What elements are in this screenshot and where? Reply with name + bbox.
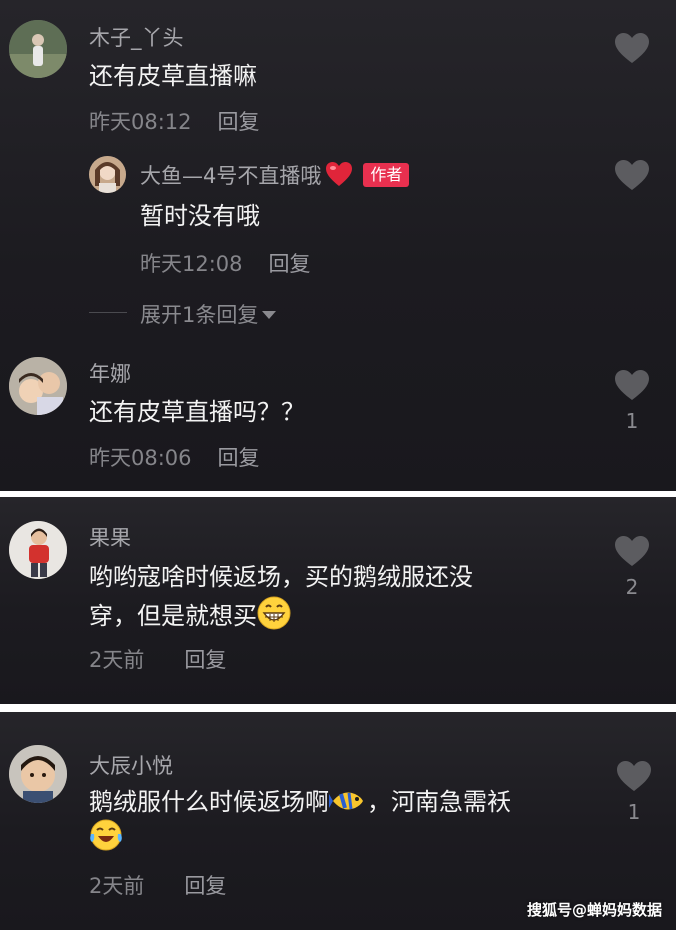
expand-replies-button[interactable]: 展开1条回复 xyxy=(140,299,277,329)
comment-meta: 2天前 回复 xyxy=(89,870,226,900)
comment-text-line-1: 鹅绒服什么时候返场啊 ，河南急需袄 xyxy=(89,781,511,829)
reply-text: 暂时没有哦 xyxy=(140,202,260,230)
comment-text: 还有皮草直播吗？？ xyxy=(89,398,305,426)
expand-replies-label[interactable]: 展开1条回复 xyxy=(140,303,258,327)
grinning-face-emoji xyxy=(257,596,291,643)
comment-meta: 2天前 回复 xyxy=(89,644,226,674)
avatar[interactable] xyxy=(9,20,67,78)
like-button[interactable] xyxy=(612,159,652,191)
tears-of-joy-emoji xyxy=(89,818,123,865)
comment-text-part-b: ，河南急需袄 xyxy=(367,788,511,816)
comment-username[interactable]: 大辰小悦 xyxy=(89,750,173,780)
like-count: 1 xyxy=(627,800,641,824)
heart-outline-icon xyxy=(615,370,649,400)
like-button[interactable]: 1 xyxy=(612,369,652,433)
reply-meta: 昨天12:08 回复 xyxy=(140,248,311,278)
comment-text-line-2 xyxy=(89,817,123,865)
heart-outline-icon xyxy=(615,33,649,63)
like-count: 1 xyxy=(625,409,639,433)
like-button[interactable] xyxy=(612,32,652,64)
comment-text: 还有皮草直播嘛 xyxy=(89,62,257,90)
comment-text-part-a: 鹅绒服什么时候返场啊 xyxy=(89,788,329,816)
comment-timestamp: 昨天08:12 xyxy=(89,110,192,134)
comment-text-line-2-text: 穿，但是就想买 xyxy=(89,602,257,630)
heart-outline-icon xyxy=(615,536,649,566)
chevron-down-icon xyxy=(262,311,277,319)
author-badge: 作者 xyxy=(363,163,410,187)
comment-username[interactable]: 果果 xyxy=(89,522,131,552)
reply-username-text[interactable]: 大鱼—4号不直播哦 xyxy=(140,164,321,188)
reply-timestamp: 昨天12:08 xyxy=(140,252,243,276)
comment-timestamp: 2天前 xyxy=(89,648,145,672)
reply-button[interactable]: 回复 xyxy=(269,252,311,276)
expand-divider xyxy=(89,312,127,313)
comment-text-line-2: 穿，但是就想买 xyxy=(89,595,291,643)
comment-timestamp: 昨天08:06 xyxy=(89,446,192,470)
comment-timestamp: 2天前 xyxy=(89,874,145,898)
tropical-fish-emoji xyxy=(329,786,367,829)
comment-meta: 昨天08:12 回复 xyxy=(89,106,260,136)
reply-button[interactable]: 回复 xyxy=(218,110,260,134)
reply-button[interactable]: 回复 xyxy=(184,874,226,898)
like-button[interactable]: 1 xyxy=(614,760,654,824)
comment-panel-1: 木子_丫头 还有皮草直播嘛 昨天08:12 回复 大鱼—4号不直播哦 作者 暂时没有… xyxy=(0,0,676,491)
like-button[interactable]: 2 xyxy=(612,535,652,599)
heart-outline-icon xyxy=(617,761,651,791)
comment-panel-3: 大辰小悦 鹅绒服什么时候返场啊 ，河南急需袄 2天前 回复 1 搜狐号@蝉妈妈数据 xyxy=(0,712,676,930)
comment-panel-2: 果果 哟哟寇啥时候返场，买的鹅绒服还没 穿，但是就想买 2天前 回复 2 xyxy=(0,497,676,704)
comment-username[interactable]: 年娜 xyxy=(89,358,131,388)
avatar[interactable] xyxy=(89,156,126,193)
avatar[interactable] xyxy=(9,745,67,803)
watermark: 搜狐号@蝉妈妈数据 xyxy=(526,901,662,919)
red-heart-emoji xyxy=(325,161,353,192)
reply-button[interactable]: 回复 xyxy=(218,446,260,470)
comment-username[interactable]: 木子_丫头 xyxy=(89,22,184,52)
like-count: 2 xyxy=(625,575,639,599)
comment-text-line-1: 哟哟寇啥时候返场，买的鹅绒服还没 xyxy=(89,563,473,591)
avatar[interactable] xyxy=(9,521,67,579)
avatar[interactable] xyxy=(9,357,67,415)
reply-button[interactable]: 回复 xyxy=(184,648,226,672)
comment-meta: 昨天08:06 回复 xyxy=(89,442,260,472)
reply-username[interactable]: 大鱼—4号不直播哦 作者 xyxy=(140,160,410,192)
heart-outline-icon xyxy=(615,160,649,190)
